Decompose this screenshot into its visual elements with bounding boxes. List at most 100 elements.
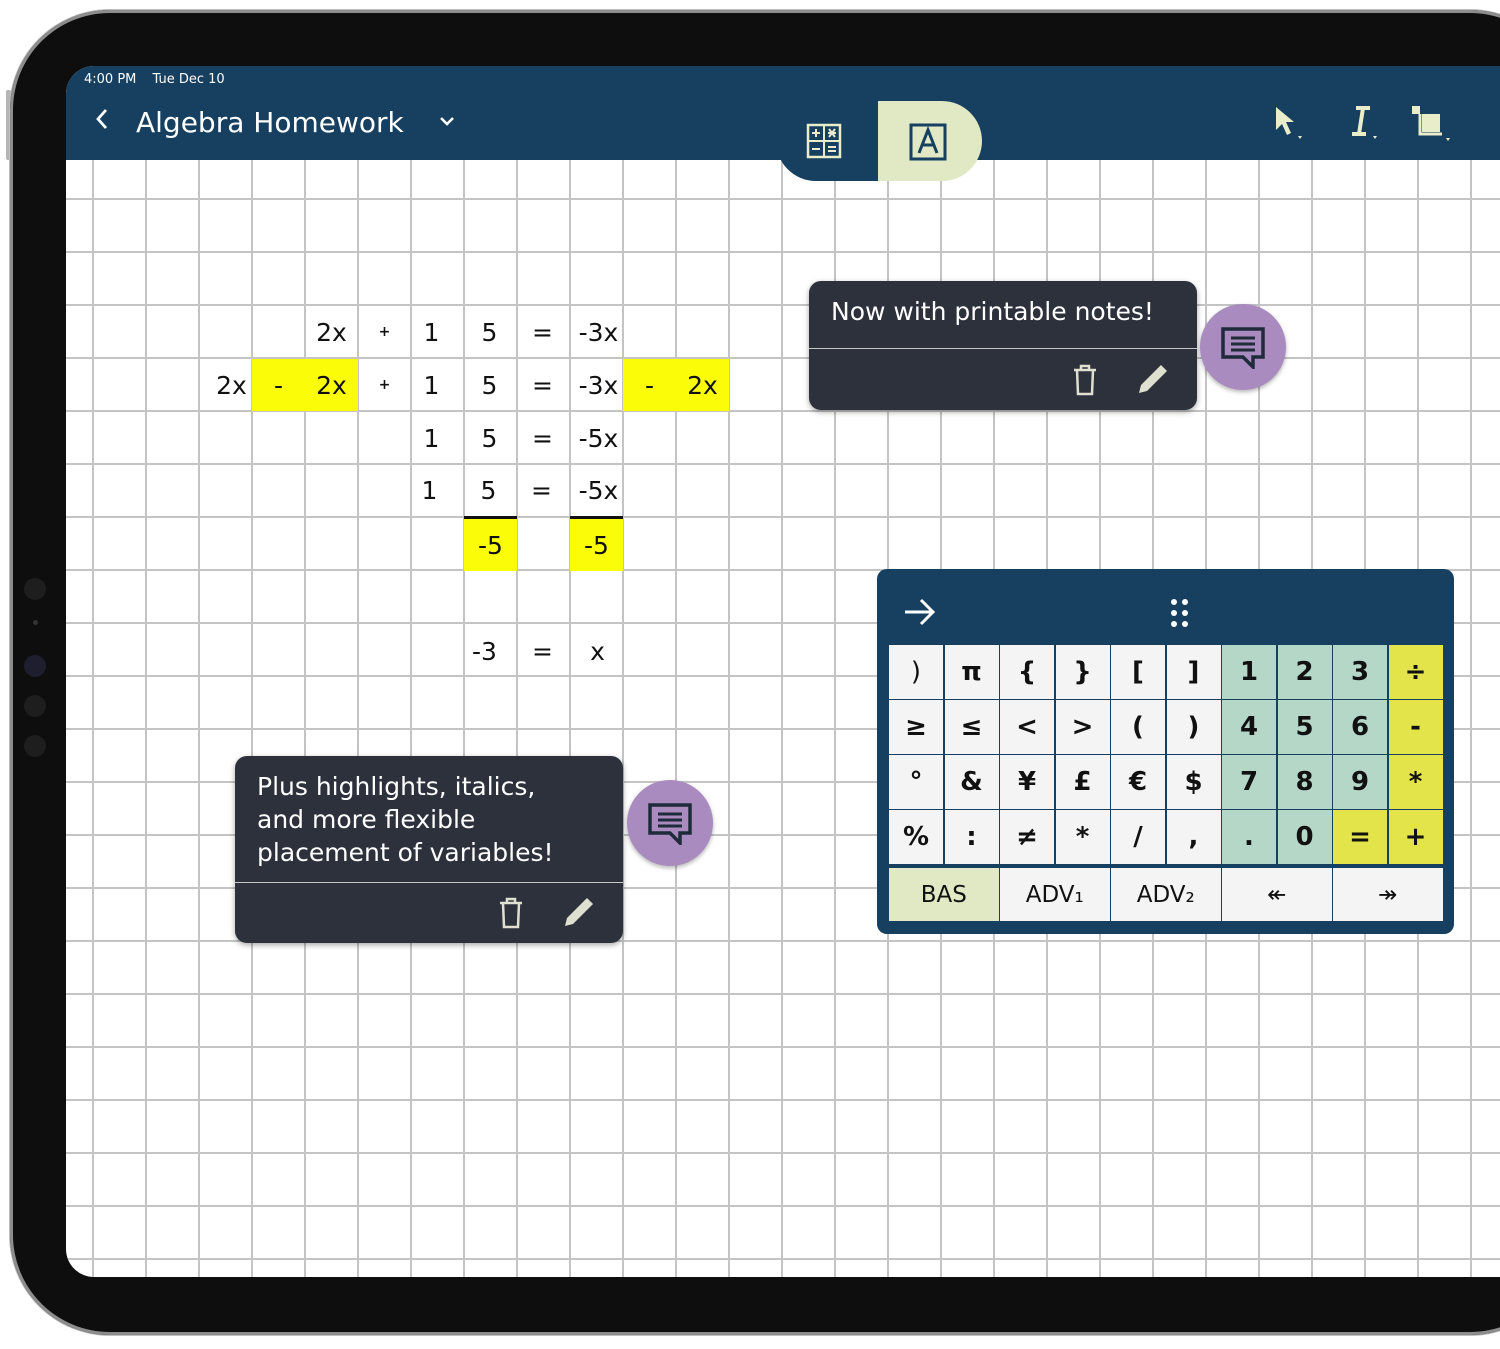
mode-tabs [776, 101, 982, 181]
math-cell[interactable]: 2x [205, 359, 258, 411]
note-card[interactable]: Now with printable notes! [809, 281, 1197, 410]
key[interactable]: 4 [1222, 700, 1276, 754]
keyboard-mode-row: BAS ADV₁ ADV₂ ↞ ↠ [889, 868, 1443, 921]
key[interactable]: > [1055, 700, 1110, 754]
note-card[interactable]: Plus highlights, italics, and more flexi… [235, 756, 623, 943]
math-cell[interactable]: + [358, 359, 411, 411]
math-cell[interactable]: 2x [676, 359, 729, 411]
key[interactable]: π [944, 645, 999, 699]
key[interactable]: - [1388, 700, 1443, 754]
math-cell[interactable]: -3 [458, 625, 511, 677]
key[interactable]: . [1222, 810, 1276, 864]
key[interactable]: : [944, 810, 999, 864]
key[interactable]: } [1055, 645, 1110, 699]
drag-handle-icon[interactable] [1169, 597, 1191, 633]
back-chevron-icon[interactable] [94, 106, 110, 139]
comment-icon [1221, 327, 1265, 369]
key[interactable]: , [1166, 810, 1221, 864]
math-cell[interactable]: 1 [403, 464, 456, 516]
key[interactable]: 9 [1333, 755, 1387, 809]
redo-button[interactable]: ↠ [1333, 868, 1443, 921]
math-cell[interactable]: 1 [405, 412, 458, 464]
key[interactable]: % [889, 810, 943, 864]
key[interactable]: * [1055, 810, 1110, 864]
calculator-icon [806, 123, 842, 163]
key[interactable]: ° [889, 755, 943, 809]
math-cell[interactable]: -3x [572, 359, 625, 411]
key[interactable]: { [1000, 645, 1054, 699]
math-cell[interactable]: -5x [572, 412, 625, 464]
math-cell[interactable]: x [571, 625, 624, 677]
key[interactable]: ] [1166, 645, 1221, 699]
key[interactable]: ≤ [944, 700, 999, 754]
key[interactable]: ≠ [1000, 810, 1054, 864]
key[interactable]: 3 [1333, 645, 1387, 699]
key[interactable]: £ [1055, 755, 1110, 809]
key[interactable]: 7 [1222, 755, 1276, 809]
math-cell[interactable]: = [516, 625, 569, 677]
math-cell[interactable]: 5 [463, 306, 516, 358]
status-date: Tue Dec 10 [152, 72, 225, 87]
key[interactable]: + [1388, 810, 1443, 864]
key[interactable]: ( [1111, 700, 1165, 754]
key[interactable]: [ [1111, 645, 1165, 699]
key[interactable]: $ [1166, 755, 1221, 809]
key[interactable]: 5 [1277, 700, 1332, 754]
trash-icon[interactable] [1071, 363, 1099, 404]
note-bubble[interactable] [627, 780, 713, 866]
math-cell[interactable]: = [516, 412, 569, 464]
note-bubble[interactable] [1200, 304, 1286, 390]
key[interactable]: 6 [1333, 700, 1387, 754]
math-cell[interactable]: = [515, 464, 568, 516]
arrow-right-icon[interactable] [903, 597, 937, 631]
title-dropdown-icon[interactable] [438, 112, 456, 133]
math-cell[interactable]: - [623, 359, 676, 411]
key[interactable]: € [1111, 755, 1165, 809]
key[interactable]: & [944, 755, 999, 809]
math-cell[interactable]: = [516, 306, 569, 358]
key[interactable]: ¥ [1000, 755, 1054, 809]
math-cell[interactable]: -5 [570, 516, 623, 571]
crop-tool-icon[interactable] [1410, 104, 1456, 152]
math-cell[interactable]: -5x [572, 464, 625, 516]
math-cell[interactable]: -3x [572, 306, 625, 358]
mode-advanced-1-button[interactable]: ADV₁ [1000, 868, 1110, 921]
trash-icon[interactable] [497, 896, 525, 937]
key[interactable]: 8 [1277, 755, 1332, 809]
tab-text-box[interactable] [878, 101, 982, 181]
note-text: Plus highlights, italics, and more flexi… [257, 772, 554, 867]
pointer-tool-icon[interactable] [1272, 104, 1306, 150]
document-title[interactable]: Algebra Homework [136, 106, 404, 139]
pencil-icon[interactable] [561, 894, 597, 937]
key[interactable]: * [1388, 755, 1443, 809]
key[interactable]: 2 [1277, 645, 1332, 699]
key[interactable]: 1 [1222, 645, 1276, 699]
math-cell[interactable]: - [252, 359, 305, 411]
key[interactable]: 0 [1277, 810, 1332, 864]
math-cell[interactable]: + [358, 306, 411, 358]
key[interactable]: ) [1166, 700, 1221, 754]
math-cell[interactable]: 1 [405, 306, 458, 358]
key[interactable]: < [1000, 700, 1054, 754]
pencil-icon[interactable] [1135, 361, 1171, 404]
key[interactable]: ÷ [1388, 645, 1443, 699]
status-bar: 4:00 PM Tue Dec 10 [84, 72, 237, 87]
math-cell[interactable]: 5 [462, 464, 515, 516]
math-cell[interactable]: 2x [305, 306, 358, 358]
key[interactable]: = [1333, 810, 1387, 864]
math-cell[interactable]: 5 [463, 359, 516, 411]
math-cell[interactable]: -5 [464, 516, 517, 571]
italic-tool-icon[interactable] [1346, 104, 1380, 150]
key[interactable]: / [1111, 810, 1165, 864]
math-cell[interactable]: 1 [405, 359, 458, 411]
mode-basic-button[interactable]: BAS [889, 868, 999, 921]
tab-calculator[interactable] [776, 101, 878, 181]
math-cell[interactable]: = [516, 359, 569, 411]
math-cell[interactable]: 2x [305, 359, 358, 411]
key[interactable]: ≥ [889, 700, 943, 754]
text-box-icon [908, 123, 948, 165]
undo-button[interactable]: ↞ [1222, 868, 1332, 921]
math-cell[interactable]: 5 [463, 412, 516, 464]
mode-advanced-2-button[interactable]: ADV₂ [1111, 868, 1221, 921]
key[interactable]: ) [889, 645, 943, 699]
